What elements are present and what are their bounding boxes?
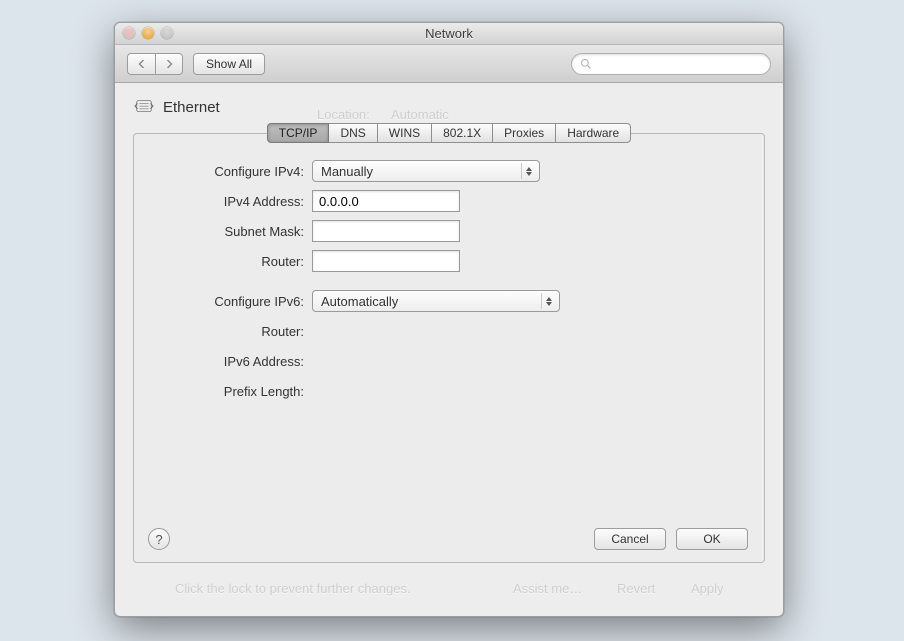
ghost-lockmsg: Click the lock to prevent further change…	[175, 581, 411, 596]
configure-ipv6-select[interactable]: Automatically	[312, 290, 560, 312]
dialog-footer: Cancel OK	[594, 528, 748, 550]
search-field[interactable]	[571, 53, 771, 75]
subnet-mask-label: Subnet Mask:	[154, 224, 304, 239]
ipv4-address-label: IPv4 Address:	[154, 194, 304, 209]
configure-ipv4-value: Manually	[321, 164, 373, 179]
ipv4-address-input[interactable]	[312, 190, 460, 212]
tab-wins[interactable]: WINS	[378, 123, 432, 143]
ghost-apply: Apply	[691, 581, 724, 596]
ghost-assist: Assist me…	[513, 581, 582, 596]
ipv6-address-value	[312, 350, 560, 372]
zoom-window-button[interactable]	[161, 27, 173, 39]
configure-ipv4-label: Configure IPv4:	[154, 164, 304, 179]
router-ipv4-label: Router:	[154, 254, 304, 269]
prefix-length-value	[312, 380, 560, 402]
configure-ipv6-value: Automatically	[321, 294, 398, 309]
window-title: Network	[425, 26, 473, 41]
configure-ipv4-select[interactable]: Manually	[312, 160, 540, 182]
help-button[interactable]: ?	[148, 528, 170, 550]
prefix-length-label: Prefix Length:	[154, 384, 304, 399]
service-name: Ethernet	[163, 99, 220, 116]
tab-tcpip[interactable]: TCP/IP	[267, 123, 330, 143]
chevron-updown-icon	[541, 293, 555, 309]
search-icon	[580, 58, 592, 70]
chevron-updown-icon	[521, 163, 535, 179]
ipv4-form: Configure IPv4: Manually IPv4 Address: S…	[154, 160, 744, 272]
ipv6-form: Configure IPv6: Automatically Router: IP…	[154, 290, 744, 402]
nav-segment	[127, 53, 183, 75]
preferences-window: Network Show All Location: Automatic Wi-…	[114, 22, 784, 617]
configure-ipv6-label: Configure IPv6:	[154, 294, 304, 309]
router-ipv4-input[interactable]	[312, 250, 460, 272]
router-ipv6-value	[312, 320, 560, 342]
toolbar: Show All	[115, 45, 783, 83]
ok-button[interactable]: OK	[676, 528, 748, 550]
tab-proxies[interactable]: Proxies	[493, 123, 556, 143]
subnet-mask-input[interactable]	[312, 220, 460, 242]
forward-button[interactable]	[155, 53, 183, 75]
back-button[interactable]	[127, 53, 155, 75]
titlebar: Network	[115, 23, 783, 45]
tab-hardware[interactable]: Hardware	[556, 123, 631, 143]
advanced-panel: Configure IPv4: Manually IPv4 Address: S…	[133, 133, 765, 563]
minimize-window-button[interactable]	[142, 27, 154, 39]
ghost-revert: Revert	[617, 581, 655, 596]
tab-segment: TCP/IPDNSWINS802.1XProxiesHardware	[267, 123, 631, 143]
router-ipv6-label: Router:	[154, 324, 304, 339]
tab-dns[interactable]: DNS	[329, 123, 377, 143]
service-header: Ethernet	[133, 97, 765, 117]
ethernet-icon	[133, 97, 155, 117]
close-window-button[interactable]	[123, 27, 135, 39]
search-input[interactable]	[597, 57, 762, 71]
tab-8021x[interactable]: 802.1X	[432, 123, 493, 143]
content-area: Location: Automatic Wi-Fi FireWire Bluet…	[115, 83, 783, 577]
cancel-button[interactable]: Cancel	[594, 528, 666, 550]
show-all-button[interactable]: Show All	[193, 53, 265, 75]
ipv6-address-label: IPv6 Address:	[154, 354, 304, 369]
traffic-lights	[123, 27, 173, 39]
